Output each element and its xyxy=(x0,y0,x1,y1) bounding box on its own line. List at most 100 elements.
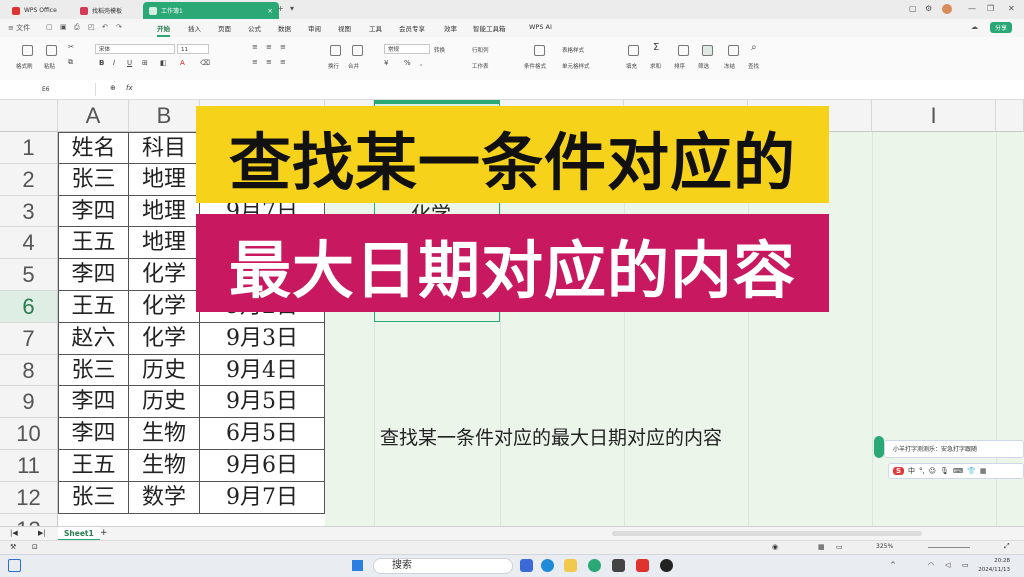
table-cell[interactable]: 地理 xyxy=(129,195,200,228)
ime-toolbar[interactable]: S 中 °, ☺ 🎙 ⌨ 👕 ▦ xyxy=(888,463,1024,479)
row-header[interactable]: 11 xyxy=(0,450,58,482)
find-icon[interactable]: ⌕ xyxy=(751,42,757,53)
fullscreen-icon[interactable]: ⤢ xyxy=(1004,542,1010,551)
redo-icon[interactable]: ↷ xyxy=(116,23,122,31)
window-tab-template[interactable]: 找稻壳模板 xyxy=(74,2,148,19)
folder-icon[interactable] xyxy=(564,559,577,572)
align-left-icon[interactable]: ≡ xyxy=(252,58,258,66)
zoom-level[interactable]: 325% xyxy=(876,543,893,550)
align-center-icon[interactable]: ≡ xyxy=(266,58,272,66)
align-bottom-icon[interactable]: ≡ xyxy=(280,43,286,51)
app-icon[interactable] xyxy=(588,559,601,572)
table-cell[interactable]: 张三 xyxy=(58,481,129,514)
undo-icon[interactable]: ↶ xyxy=(102,23,108,31)
clear-icon[interactable]: ⌫ xyxy=(200,59,210,67)
tab-formula[interactable]: 公式 xyxy=(248,23,261,33)
copy-icon[interactable]: ⧉ xyxy=(68,58,73,67)
layout-icon[interactable]: ▢ xyxy=(909,4,917,13)
column-header-j[interactable] xyxy=(996,100,1024,132)
add-sheet-button[interactable]: + xyxy=(100,528,108,538)
new-tab-button[interactable]: + xyxy=(277,4,284,13)
app-icon[interactable] xyxy=(660,559,673,572)
table-cell[interactable]: 李四 xyxy=(58,195,129,228)
save-icon[interactable]: ▣ xyxy=(60,23,67,31)
cell-style-button[interactable]: 单元格样式 xyxy=(562,62,590,70)
column-header-b[interactable]: B xyxy=(129,100,200,132)
close-window-icon[interactable]: ✕ xyxy=(1008,4,1015,13)
tab-list-dropdown[interactable]: ▾ xyxy=(290,4,294,13)
minimize-icon[interactable]: — xyxy=(968,4,976,13)
tab-page[interactable]: 页面 xyxy=(218,23,231,33)
format-painter-icon[interactable] xyxy=(22,45,33,56)
fill-color-icon[interactable]: ◧ xyxy=(160,59,167,67)
wps-ai-button[interactable]: WPS AI xyxy=(529,23,552,31)
number-format-select[interactable]: 常规 xyxy=(384,44,430,54)
percent-icon[interactable]: % xyxy=(404,59,411,67)
toolbox-icon[interactable]: ▦ xyxy=(980,467,987,475)
italic-button[interactable]: I xyxy=(113,59,115,67)
keyboard-icon[interactable]: ⌨ xyxy=(953,467,963,475)
table-cell[interactable]: 生物 xyxy=(129,418,200,450)
restore-icon[interactable]: ❐ xyxy=(987,4,994,13)
battery-icon[interactable]: ▭ xyxy=(962,561,969,569)
row-header[interactable]: 7 xyxy=(0,322,58,355)
cut-icon[interactable]: ✂ xyxy=(68,43,74,51)
underline-button[interactable]: U xyxy=(127,59,132,67)
table-cell[interactable]: 9月3日 xyxy=(200,322,325,355)
align-top-icon[interactable]: ≡ xyxy=(252,43,258,51)
taskbar-search[interactable]: 搜索 xyxy=(373,558,513,574)
close-tab-icon[interactable]: × xyxy=(267,7,273,15)
zoom-formula-icon[interactable]: ⊕ xyxy=(110,84,116,92)
font-color-icon[interactable]: A xyxy=(180,59,185,67)
select-all-corner[interactable] xyxy=(0,100,58,132)
app-icon[interactable] xyxy=(520,559,533,572)
merge-icon[interactable] xyxy=(352,45,363,56)
align-right-icon[interactable]: ≡ xyxy=(280,58,286,66)
row-header[interactable]: 8 xyxy=(0,354,58,387)
new-doc-icon[interactable]: ▢ xyxy=(46,23,53,31)
table-cell[interactable]: 王五 xyxy=(58,291,129,323)
table-cell[interactable]: 历史 xyxy=(129,354,200,387)
print-icon[interactable]: ⎙ xyxy=(74,23,80,32)
table-cell[interactable]: 地理 xyxy=(129,227,200,260)
emoji-icon[interactable]: ☺ xyxy=(929,467,936,475)
zoom-slider[interactable] xyxy=(928,547,970,548)
sum-icon[interactable]: Σ xyxy=(653,42,659,53)
row-header[interactable]: 5 xyxy=(0,259,58,291)
table-cell[interactable]: 6月5日 xyxy=(200,418,325,450)
row-header[interactable]: 6 xyxy=(0,291,58,323)
row-header[interactable]: 10 xyxy=(0,418,58,450)
share-button[interactable]: 分享 xyxy=(990,22,1013,33)
border-icon[interactable]: ⊞ xyxy=(142,59,148,67)
window-tab-workbook[interactable]: 工作簿1 × xyxy=(143,2,279,19)
tab-smart-tools[interactable]: 智能工具箱 xyxy=(473,23,506,33)
row-header[interactable]: 2 xyxy=(0,163,58,196)
table-style-button[interactable]: 表格样式 xyxy=(562,46,584,54)
window-tab-wps[interactable]: WPS Office xyxy=(6,2,82,19)
font-size-select[interactable]: 11 xyxy=(177,44,209,54)
tab-view[interactable]: 视图 xyxy=(338,23,351,33)
store-icon[interactable] xyxy=(612,559,625,572)
table-header-cell[interactable]: 科目 xyxy=(129,132,200,164)
table-cell[interactable]: 9月6日 xyxy=(200,450,325,482)
thousands-icon[interactable]: , xyxy=(420,59,422,67)
tab-insert[interactable]: 插入 xyxy=(188,23,201,33)
wifi-icon[interactable]: ◠ xyxy=(928,561,934,569)
tab-efficiency[interactable]: 效率 xyxy=(444,23,457,33)
macro-icon[interactable]: ⚒ xyxy=(10,543,16,551)
sheet-tab-sheet1[interactable]: Sheet1 xyxy=(58,527,100,541)
row-header[interactable]: 13 xyxy=(0,513,58,526)
table-cell[interactable]: 李四 xyxy=(58,259,129,291)
table-cell[interactable]: 历史 xyxy=(129,386,200,419)
protect-icon[interactable]: ⊡ xyxy=(32,543,38,551)
paste-icon[interactable] xyxy=(46,45,57,56)
preview-icon[interactable]: ◰ xyxy=(88,23,95,31)
row-col-button[interactable]: 行和列 xyxy=(472,46,489,54)
row-header[interactable]: 12 xyxy=(0,481,58,514)
windows-start-icon[interactable] xyxy=(352,560,363,571)
font-name-select[interactable]: 宋体 xyxy=(95,44,175,54)
name-box[interactable]: E6 xyxy=(2,83,96,96)
wps-taskbar-icon[interactable] xyxy=(636,559,649,572)
table-cell[interactable]: 张三 xyxy=(58,354,129,387)
edge-icon[interactable] xyxy=(541,559,554,572)
